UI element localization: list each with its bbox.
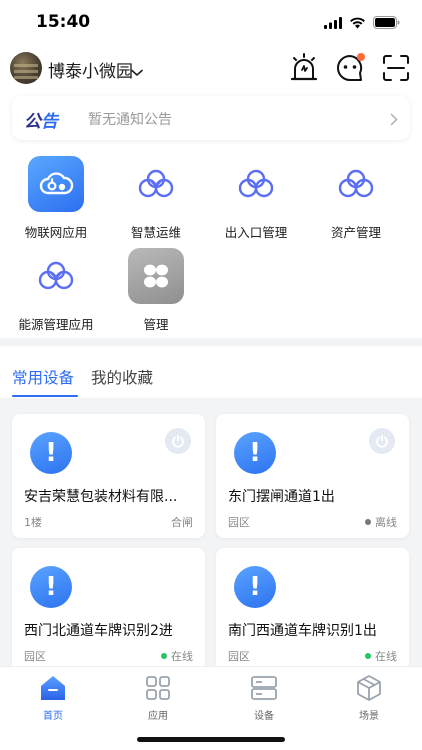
device-name: 安吉荣慧包装材料有限... <box>24 489 178 505</box>
apps-icon <box>143 673 173 703</box>
app-smart-ops[interactable]: 智慧运维 <box>106 150 206 240</box>
device-zone: 园区 <box>228 650 250 663</box>
device-status: 离线 <box>365 514 397 530</box>
device-name: 东门摆闸通道1出 <box>228 489 335 505</box>
power-icon[interactable] <box>165 428 191 454</box>
device-status: 在线 <box>365 648 397 664</box>
home-icon <box>38 673 68 703</box>
tab-label: 场景 <box>359 711 379 722</box>
app-label: 出入口管理 <box>224 225 288 240</box>
cloud-icon <box>328 156 384 212</box>
tab-scenes[interactable]: 场景 <box>334 671 404 722</box>
app-iot[interactable]: 物联网应用 <box>6 150 106 240</box>
alert-icon: ! <box>30 566 72 608</box>
device-zone: 1楼 <box>24 516 42 529</box>
power-icon[interactable] <box>369 428 395 454</box>
app-manage[interactable]: 管理 <box>106 242 206 332</box>
device-card[interactable]: ! 东门摆闸通道1出 园区 离线 <box>216 414 409 538</box>
tab-common-devices[interactable]: 常用设备 <box>12 366 74 388</box>
section-divider <box>0 338 422 346</box>
device-list: ! 安吉荣慧包装材料有限... 1楼 合闸 ! 东门摆闸通道1出 园区 离线 !… <box>0 398 422 666</box>
tab-label: 设备 <box>254 711 274 722</box>
cloud-icon <box>28 248 84 304</box>
cloud-icon <box>228 156 284 212</box>
alert-icon: ! <box>234 566 276 608</box>
alarm-light-icon[interactable] <box>288 52 320 84</box>
grid-icon <box>128 248 184 304</box>
home-indicator <box>137 737 285 742</box>
app-entrance[interactable]: 出入口管理 <box>206 150 306 240</box>
battery-icon <box>373 14 400 33</box>
alert-icon: ! <box>30 432 72 474</box>
notice-tag: 公告 <box>24 112 58 132</box>
tab-apps[interactable]: 应用 <box>123 671 193 722</box>
chevron-down-icon[interactable] <box>131 62 143 81</box>
chevron-right-icon <box>390 111 398 130</box>
device-status: 合闸 <box>171 516 193 529</box>
iot-cloud-icon <box>28 156 84 212</box>
device-status: 在线 <box>161 648 193 664</box>
device-name: 南门西通道车牌识别1出 <box>228 623 377 639</box>
app-label: 管理 <box>143 317 169 332</box>
status-time: 15:40 <box>36 12 91 32</box>
wifi-icon <box>349 14 366 33</box>
tab-favorites[interactable]: 我的收藏 <box>91 366 153 388</box>
online-dot <box>365 653 371 659</box>
tab-home[interactable]: 首页 <box>18 671 88 722</box>
tab-label: 应用 <box>148 711 168 722</box>
campus-avatar[interactable] <box>10 52 42 84</box>
campus-name[interactable]: 博泰小微园 <box>48 57 133 82</box>
notice-text: 暂无通知公告 <box>88 112 172 128</box>
device-zone: 园区 <box>24 650 46 663</box>
tab-devices[interactable]: 设备 <box>229 671 299 722</box>
app-label: 智慧运维 <box>130 225 181 240</box>
device-zone: 园区 <box>228 516 250 529</box>
scan-icon[interactable] <box>380 52 412 84</box>
status-icons <box>324 14 400 33</box>
device-card[interactable]: ! 南门西通道车牌识别1出 园区 在线 <box>216 548 409 666</box>
offline-dot <box>365 519 371 525</box>
cloud-icon <box>128 156 184 212</box>
message-icon[interactable] <box>334 52 366 84</box>
notice-bar[interactable]: 公告 暂无通知公告 <box>12 96 410 140</box>
app-assets[interactable]: 资产管理 <box>306 150 406 240</box>
device-tabs: 常用设备 我的收藏 <box>0 352 422 398</box>
device-card[interactable]: ! 西门北通道车牌识别2进 园区 在线 <box>12 548 205 666</box>
app-label: 物联网应用 <box>24 225 88 240</box>
online-dot <box>161 653 167 659</box>
cube-icon <box>354 673 384 703</box>
header: 博泰小微园 <box>0 48 422 90</box>
app-label: 能源管理应用 <box>18 317 94 332</box>
alert-icon: ! <box>234 432 276 474</box>
tab-label: 首页 <box>43 711 63 722</box>
app-label: 资产管理 <box>330 225 381 240</box>
device-name: 西门北通道车牌识别2进 <box>24 623 173 639</box>
status-bar: 15:40 <box>0 0 422 44</box>
app-energy[interactable]: 能源管理应用 <box>6 242 106 332</box>
signal-icon <box>324 14 342 33</box>
device-card[interactable]: ! 安吉荣慧包装材料有限... 1楼 合闸 <box>12 414 205 538</box>
devices-icon <box>249 673 279 703</box>
tab-active-indicator <box>12 395 78 397</box>
